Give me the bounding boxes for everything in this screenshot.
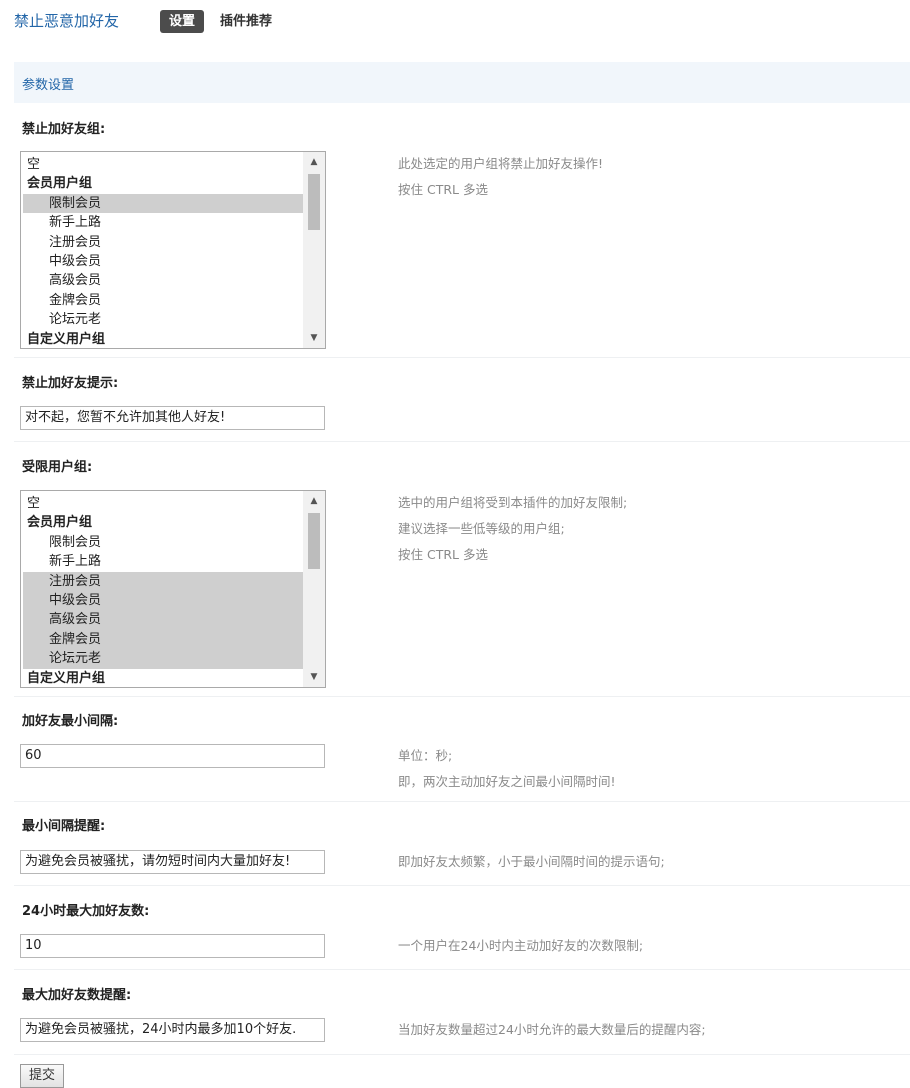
row-divider <box>14 1054 910 1055</box>
scrollbar-thumb[interactable] <box>308 174 320 230</box>
row-divider <box>14 801 910 802</box>
row-divider <box>14 441 910 442</box>
select-option[interactable]: 论坛元老 <box>23 649 303 669</box>
section-header: 参数设置 <box>14 62 910 103</box>
select-option[interactable]: 注册会员 <box>23 233 303 252</box>
tip-line: 单位：秒; <box>398 748 453 763</box>
scrollbar[interactable]: ▲ ▼ <box>303 152 325 348</box>
plugin-title[interactable]: 禁止恶意加好友 <box>14 10 119 31</box>
select-option[interactable]: 论坛元老 <box>23 310 303 329</box>
tip-line: 按住 CTRL 多选 <box>398 547 488 562</box>
ban-msg-label: 禁止加好友提示: <box>22 376 119 391</box>
select-option[interactable]: 新手上路 <box>23 552 303 571</box>
row-divider <box>14 969 910 970</box>
max-msg-input[interactable]: 为避免会员被骚扰，24小时内最多加10个好友. <box>20 1018 325 1042</box>
limit-group-tip: 选中的用户组将受到本插件的加好友限制; 建议选择一些低等级的用户组; 按住 CT… <box>398 490 627 568</box>
top-bar: 禁止恶意加好友 设置 插件推荐 <box>0 0 910 44</box>
select-option[interactable]: 自定义用户组 <box>23 669 303 687</box>
max-msg-label: 最大加好友数提醒: <box>22 988 132 1003</box>
max-msg-tip: 当加好友数量超过24小时允许的最大数量后的提醒内容; <box>398 1017 706 1043</box>
select-option[interactable]: 会员用户组 <box>23 174 303 193</box>
tip-line: 一个用户在24小时内主动加好友的次数限制; <box>398 938 644 953</box>
interval-msg-tip: 即加好友太频繁，小于最小间隔时间的提示语句; <box>398 849 665 875</box>
max-daily-tip: 一个用户在24小时内主动加好友的次数限制; <box>398 933 643 959</box>
select-option[interactable]: 自定义用户组 <box>23 330 303 348</box>
select-option[interactable]: 高级会员 <box>23 610 303 630</box>
limit-group-select[interactable]: 空会员用户组 限制会员 新手上路 注册会员 中级会员 高级会员 金牌会员 论坛元老 自定义用户组… <box>20 490 326 688</box>
ban-group-options: 空会员用户组 限制会员 新手上路 注册会员 中级会员 高级会员 金牌会员 论坛元老 自定义用户组 <box>23 155 303 348</box>
select-option[interactable]: 限制会员 <box>23 193 303 214</box>
ban-group-select[interactable]: 空会员用户组 限制会员 新手上路 注册会员 中级会员 高级会员 金牌会员 论坛元老 自定义用户组… <box>20 151 326 349</box>
limit-group-options: 空会员用户组 限制会员 新手上路 注册会员 中级会员 高级会员 金牌会员 论坛元老 自定义用户组 <box>23 494 303 687</box>
scroll-up-icon[interactable]: ▲ <box>303 492 325 510</box>
select-option[interactable]: 金牌会员 <box>23 629 303 650</box>
select-option[interactable]: 会员用户组 <box>23 513 303 532</box>
scrollbar[interactable]: ▲ ▼ <box>303 491 325 687</box>
select-option[interactable]: 空 <box>23 155 303 174</box>
scroll-down-icon[interactable]: ▼ <box>303 329 325 347</box>
max-daily-input[interactable]: 10 <box>20 934 325 958</box>
scrollbar-thumb[interactable] <box>308 513 320 569</box>
row-divider <box>14 885 910 886</box>
row-divider <box>14 357 910 358</box>
tip-line: 建议选择一些低等级的用户组; <box>398 521 565 536</box>
tip-line: 即加好友太频繁，小于最小间隔时间的提示语句; <box>398 854 665 869</box>
select-option[interactable]: 空 <box>23 494 303 513</box>
min-interval-label: 加好友最小间隔: <box>22 714 119 729</box>
select-option[interactable]: 新手上路 <box>23 213 303 232</box>
select-option[interactable]: 限制会员 <box>23 533 303 552</box>
select-option[interactable]: 金牌会员 <box>23 291 303 310</box>
select-option[interactable]: 高级会员 <box>23 271 303 290</box>
tab-settings[interactable]: 设置 <box>160 10 205 33</box>
max-daily-label: 24小时最大加好友数: <box>22 904 150 919</box>
interval-msg-label: 最小间隔提醒: <box>22 819 106 834</box>
scroll-down-icon[interactable]: ▼ <box>303 668 325 686</box>
ban-group-label: 禁止加好友组: <box>22 122 106 137</box>
submit-button[interactable]: 提交 <box>20 1064 65 1088</box>
select-option[interactable]: 注册会员 <box>23 571 303 591</box>
ban-msg-input[interactable]: 对不起，您暂不允许加其他人好友! <box>20 406 325 430</box>
tip-line: 当加好友数量超过24小时允许的最大数量后的提醒内容; <box>398 1022 706 1037</box>
interval-msg-input[interactable]: 为避免会员被骚扰，请勿短时间内大量加好友! <box>20 850 325 874</box>
tip-line: 即，两次主动加好友之间最小间隔时间! <box>398 774 616 789</box>
ban-group-tip: 此处选定的用户组将禁止加好友操作! 按住 CTRL 多选 <box>398 151 603 203</box>
tip-line: 选中的用户组将受到本插件的加好友限制; <box>398 495 628 510</box>
select-option[interactable]: 中级会员 <box>23 590 303 611</box>
min-interval-tip: 单位：秒; 即，两次主动加好友之间最小间隔时间! <box>398 743 616 795</box>
row-divider <box>14 696 910 697</box>
min-interval-input[interactable]: 60 <box>20 744 325 768</box>
limit-group-label: 受限用户组: <box>22 460 93 475</box>
section-title: 参数设置 <box>22 78 75 93</box>
select-option[interactable]: 中级会员 <box>23 252 303 271</box>
tip-line: 按住 CTRL 多选 <box>398 182 488 197</box>
tab-plugin-recommend[interactable]: 插件推荐 <box>220 10 272 33</box>
tip-line: 此处选定的用户组将禁止加好友操作! <box>398 156 604 171</box>
scroll-up-icon[interactable]: ▲ <box>303 153 325 171</box>
